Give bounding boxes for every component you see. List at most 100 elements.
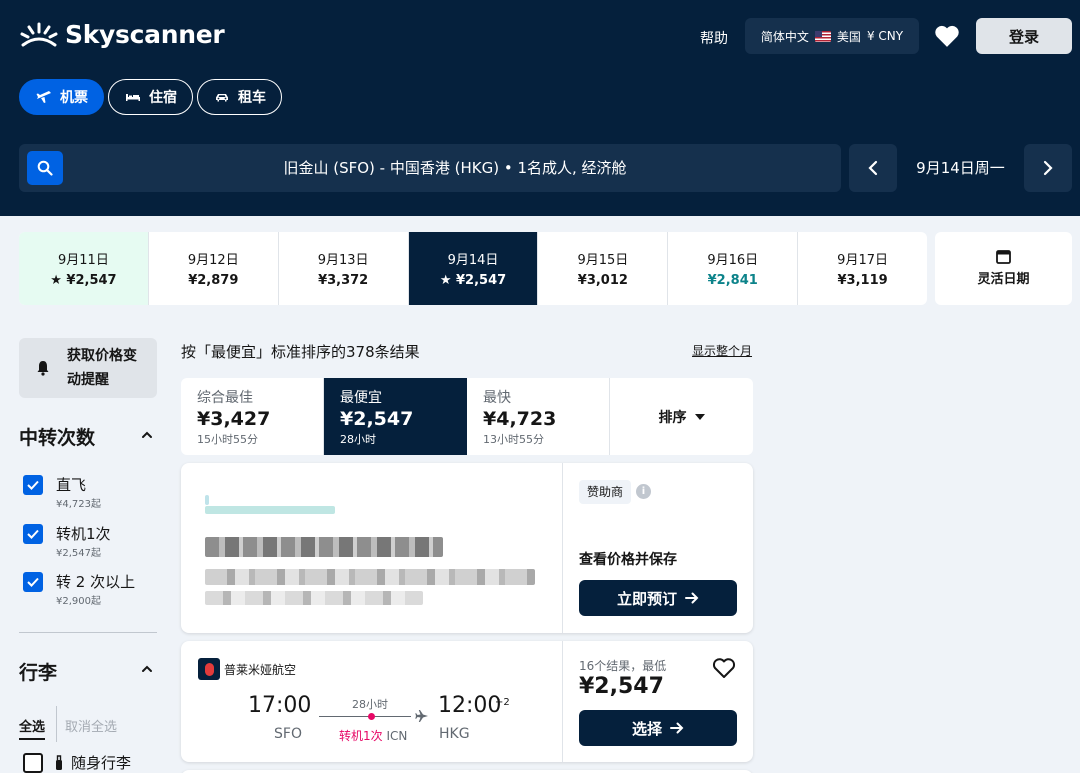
date-label: 9月16日: [707, 253, 759, 268]
sort-tab-best[interactable]: 综合最佳 ¥3,427 15小时55分: [181, 378, 324, 455]
date-label: 9月15日: [577, 253, 629, 268]
tab-flights[interactable]: 机票: [19, 79, 104, 115]
stops-info: 转机1次 ICN: [339, 727, 407, 744]
date-label: 9月13日: [317, 253, 369, 268]
stop-option-price: ¥2,547起: [56, 548, 101, 559]
skyscanner-logo[interactable]: Skyscanner: [19, 20, 225, 49]
chevron-up-icon[interactable]: [140, 662, 154, 676]
date-price: ★ ¥2,547: [50, 273, 117, 288]
sort-tab-price: ¥4,723: [483, 408, 557, 430]
checkmark-icon: [27, 480, 39, 490]
search-button[interactable]: [27, 151, 63, 185]
flexible-dates-button[interactable]: 灵活日期: [935, 232, 1072, 305]
checkbox-checked[interactable]: [23, 475, 43, 495]
sort-tab-label: 综合最佳: [197, 390, 253, 406]
date-option[interactable]: 9月12日 ¥2,879: [149, 232, 279, 305]
blurred-content: [205, 537, 443, 557]
tab-car-hire[interactable]: 租车: [197, 79, 282, 115]
card-divider: [562, 463, 563, 633]
tab-car-hire-label: 租车: [238, 90, 266, 106]
flight-result-card[interactable]: 普莱米娅航空 17:00 SFO 28小时 转机1次 ICN 12:00 +2 …: [181, 641, 753, 762]
sort-tab-label: 最快: [483, 390, 511, 406]
sunrise-icon: [20, 22, 58, 46]
sort-tab-label: 最便宜: [340, 390, 382, 406]
date-price: ¥3,012: [577, 273, 628, 288]
flight-price: ¥2,547: [579, 674, 664, 699]
carry-on-label: 随身行李: [71, 754, 132, 772]
tab-hotels[interactable]: 住宿: [108, 79, 193, 115]
sponsored-ad-card[interactable]: 赞助商 i 查看价格并保存 立即预订: [181, 463, 753, 633]
date-label: 9月17日: [837, 253, 888, 268]
chevron-left-icon: [868, 160, 878, 176]
sort-tab-cheapest[interactable]: 最便宜 ¥2,547 28小时: [324, 378, 467, 455]
price-alert-button[interactable]: 获取价格变动提醒: [19, 338, 157, 398]
select-flight-button[interactable]: 选择: [579, 710, 737, 746]
tab-hotels-label: 住宿: [149, 90, 177, 106]
stops-count: 转机1次: [339, 729, 383, 743]
next-date-button[interactable]: [1024, 144, 1072, 192]
date-option[interactable]: 9月16日 ¥2,841: [668, 232, 799, 305]
arrival-day-offset: +2: [495, 697, 510, 708]
bell-icon: [37, 361, 49, 376]
heart-outline-icon[interactable]: [712, 657, 736, 679]
chevron-right-icon: [1043, 160, 1053, 176]
sort-tab-price: ¥3,427: [197, 408, 271, 430]
book-now-button[interactable]: 立即预订: [579, 580, 737, 616]
date-option[interactable]: 9月11日 ★ ¥2,547: [19, 232, 149, 305]
blurred-content: [205, 506, 335, 514]
sidebar-divider: [19, 632, 157, 633]
date-label: 9月11日: [58, 253, 109, 268]
date-option-selected[interactable]: 9月14日 ★ ¥2,547: [408, 232, 539, 305]
airline-name: 普莱米娅航空: [224, 663, 297, 677]
language-label: 简体中文: [760, 29, 809, 44]
flexible-dates-label: 灵活日期: [977, 272, 1030, 287]
previous-date-button[interactable]: [849, 144, 897, 192]
sort-tab-duration: 15小时55分: [197, 433, 258, 446]
chevron-up-icon[interactable]: [140, 428, 154, 442]
arrow-right-icon: [685, 592, 699, 604]
date-option[interactable]: 9月13日 ¥3,372: [279, 232, 409, 305]
checkbox-unchecked[interactable]: [23, 753, 43, 773]
sort-dropdown[interactable]: 排序: [610, 378, 753, 455]
search-summary-text: 旧金山 (SFO) - 中国香港 (HKG) • 1名成人, 经济舱: [283, 159, 627, 177]
date-price: ¥2,879: [188, 273, 239, 288]
sort-dropdown-label: 排序: [658, 409, 687, 426]
caret-down-icon: [694, 413, 705, 420]
route-line: [319, 716, 411, 717]
select-all-link[interactable]: 全选: [19, 716, 46, 740]
baggage-filter-title: 行李: [19, 662, 58, 684]
date-option[interactable]: 9月17日 ¥3,119: [798, 232, 927, 305]
locale-button[interactable]: 简体中文 美国 ¥ CNY: [745, 18, 919, 54]
deal-count: 16个结果，最低: [579, 659, 667, 673]
checkbox-checked[interactable]: [23, 572, 43, 592]
departure-airport: SFO: [274, 726, 302, 742]
date-price: ¥3,119: [837, 273, 888, 288]
price-alert-label: 获取价格变动提醒: [67, 348, 137, 388]
date-price: ¥2,841: [707, 273, 758, 288]
checkbox-checked[interactable]: [23, 524, 43, 544]
show-whole-month-link[interactable]: 显示整个月: [692, 342, 752, 359]
blurred-content: [205, 569, 535, 585]
date-price-strip: 9月11日 ★ ¥2,547 9月12日 ¥2,879 9月13日 ¥3,372…: [19, 232, 927, 305]
carry-on-bag-icon: [56, 755, 62, 770]
plane-icon: [415, 710, 428, 722]
book-now-label: 立即预订: [616, 589, 677, 608]
login-button[interactable]: 登录: [976, 18, 1072, 54]
view-price-save-text: 查看价格并保存: [579, 552, 677, 568]
stop-option-label: 转 2 次以上: [56, 573, 136, 591]
plane-icon: [36, 91, 51, 103]
sort-tab-duration: 13小时55分: [483, 433, 544, 446]
date-label: 9月14日: [447, 253, 499, 268]
date-option[interactable]: 9月15日 ¥3,012: [538, 232, 669, 305]
link-divider: [56, 706, 57, 742]
search-summary-bar[interactable]: 旧金山 (SFO) - 中国香港 (HKG) • 1名成人, 经济舱: [19, 144, 841, 192]
car-icon: [216, 94, 228, 102]
search-icon: [37, 160, 53, 176]
help-link[interactable]: 帮助: [700, 28, 728, 48]
blurred-content: [205, 591, 423, 605]
sort-tab-fastest[interactable]: 最快 ¥4,723 13小时55分: [467, 378, 610, 455]
deselect-all-link[interactable]: 取消全选: [65, 716, 117, 735]
favorites-heart-icon[interactable]: [934, 24, 960, 48]
info-icon[interactable]: i: [636, 484, 651, 499]
region-label: 美国: [836, 29, 861, 44]
